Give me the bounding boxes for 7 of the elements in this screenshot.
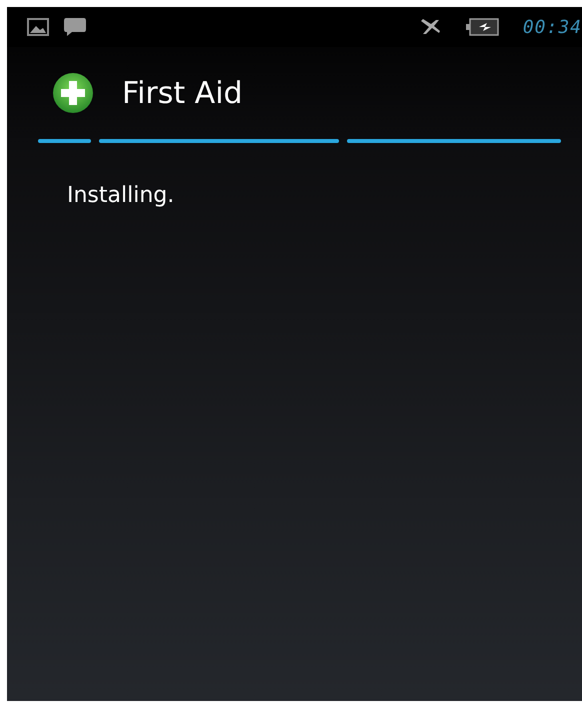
status-message: Installing. xyxy=(67,183,176,208)
clock-time: 00:34 xyxy=(522,16,582,38)
picture-icon xyxy=(27,18,49,36)
app-title: First Aid xyxy=(122,76,243,110)
battery-icon xyxy=(464,17,501,37)
plus-icon xyxy=(52,72,94,114)
chat-icon xyxy=(63,17,87,37)
